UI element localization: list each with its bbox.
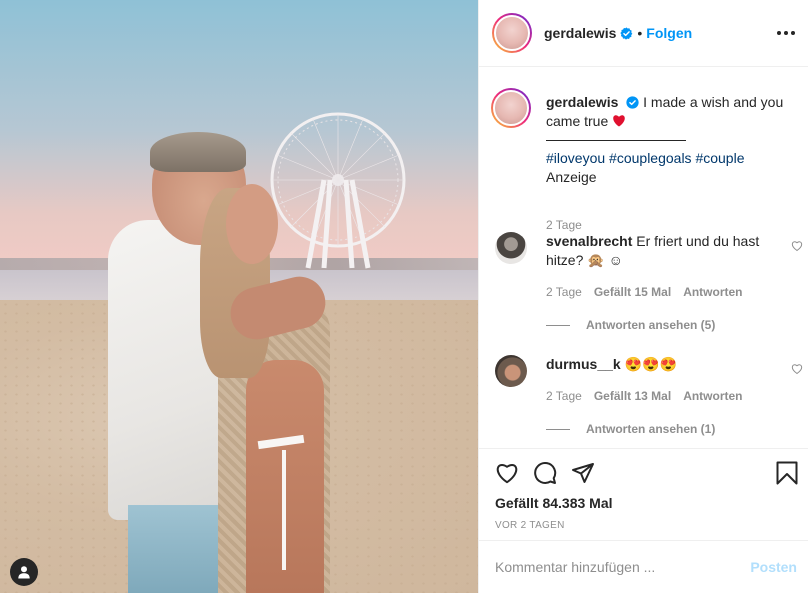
view-replies-button[interactable]: Antworten ansehen (5) xyxy=(546,318,715,332)
post-comment-button[interactable]: Posten xyxy=(750,559,797,575)
comment-emojis: 😍😍😍 xyxy=(624,356,677,372)
post-photo[interactable] xyxy=(0,0,478,593)
view-replies-label: Antworten ansehen (1) xyxy=(586,422,716,436)
more-options-icon[interactable] xyxy=(775,25,797,41)
reply-button[interactable]: Antworten xyxy=(683,389,742,403)
caption-username[interactable]: gerdalewis xyxy=(546,94,618,110)
ferris-wheel xyxy=(270,112,406,269)
post-date[interactable]: VOR 2 TAGEN xyxy=(495,520,565,531)
caption-divider xyxy=(546,140,686,141)
comment-username[interactable]: durmus__k xyxy=(546,356,621,372)
comment-meta: 2 Tage Gefällt 13 Mal Antworten xyxy=(546,389,743,403)
post-actions: Gefällt 84.383 Mal VOR 2 TAGEN xyxy=(479,448,808,540)
comment-like-heart-icon[interactable] xyxy=(791,363,803,375)
hashtag-link[interactable]: #iloveyou xyxy=(546,150,605,166)
reply-button[interactable]: Antworten xyxy=(683,285,742,299)
comment-emojis: 🙊 ☺ xyxy=(587,252,623,268)
comment-timestamp[interactable]: 2 Tage xyxy=(546,389,582,403)
view-replies-label: Antworten ansehen (5) xyxy=(586,318,716,332)
commenter-avatar[interactable] xyxy=(495,232,527,264)
user-icon xyxy=(18,566,30,579)
hashtag-link[interactable]: #couplegoals xyxy=(609,150,692,166)
sponsored-label: Anzeige xyxy=(546,169,597,185)
red-heart-emoji-icon xyxy=(613,115,625,127)
share-icon[interactable] xyxy=(571,461,595,485)
post-side-panel: gerdalewis • Folgen gerdalewis I made a … xyxy=(478,0,808,593)
separator-dot: • xyxy=(637,25,643,41)
header-username[interactable]: gerdalewis xyxy=(544,25,616,41)
caption-timestamp[interactable]: 2 Tage xyxy=(546,218,582,232)
post-header: gerdalewis • Folgen xyxy=(479,0,808,67)
add-comment-bar: Posten xyxy=(479,540,808,593)
verified-badge-icon xyxy=(620,26,633,40)
woman-head xyxy=(226,184,278,264)
bookmark-icon xyxy=(776,461,798,485)
commenter-avatar[interactable] xyxy=(495,355,527,387)
follow-button[interactable]: Folgen xyxy=(646,25,692,41)
comment-input[interactable] xyxy=(495,559,751,575)
comment-likes-count[interactable]: Gefällt 13 Mal xyxy=(594,389,671,403)
caption-avatar[interactable] xyxy=(491,88,531,128)
avatar[interactable] xyxy=(492,13,532,53)
comment-username[interactable]: svenalbrecht xyxy=(546,233,632,249)
comments-list[interactable]: gerdalewis I made a wish and you came tr… xyxy=(479,68,808,448)
likes-count[interactable]: Gefällt 84.383 Mal xyxy=(495,495,613,511)
comment-meta: 2 Tage Gefällt 15 Mal Antworten xyxy=(546,285,743,299)
verified-badge-icon xyxy=(626,96,639,109)
comment-icon[interactable] xyxy=(533,461,557,485)
tagged-user-button[interactable] xyxy=(10,558,38,586)
comment-like-heart-icon[interactable] xyxy=(791,240,803,252)
comment-timestamp[interactable]: 2 Tage xyxy=(546,285,582,299)
heart-icon[interactable] xyxy=(495,461,519,485)
comment-likes-count[interactable]: Gefällt 15 Mal xyxy=(594,285,671,299)
man-hair xyxy=(150,132,246,172)
save-button[interactable] xyxy=(775,461,799,485)
view-replies-button[interactable]: Antworten ansehen (1) xyxy=(546,422,715,436)
man-jeans xyxy=(128,505,220,593)
hashtag-link[interactable]: #couple xyxy=(695,150,744,166)
